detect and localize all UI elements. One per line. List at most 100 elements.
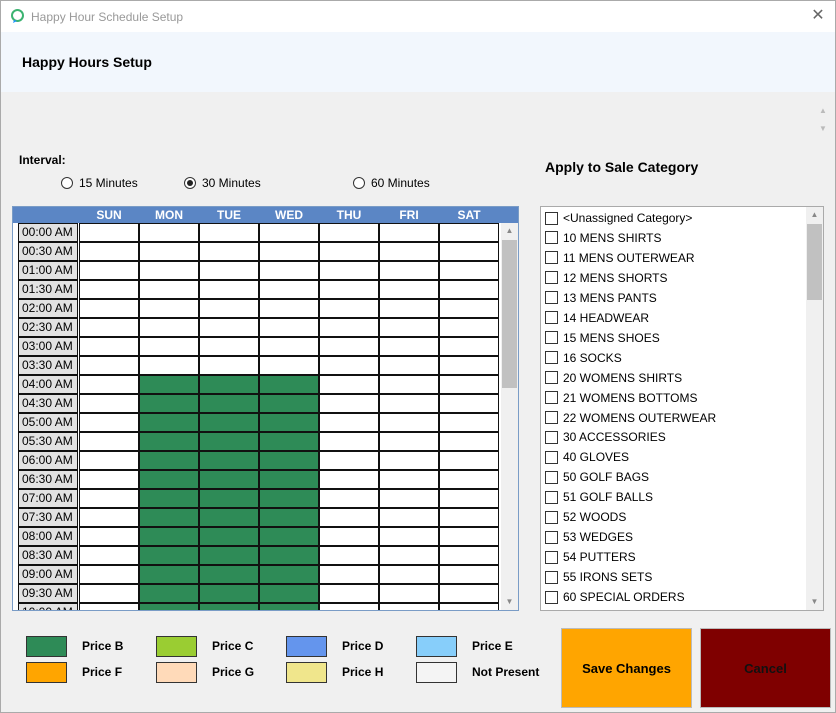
- category-item[interactable]: 30 ACCESSORIES: [545, 429, 666, 445]
- schedule-cell-thu[interactable]: [319, 527, 379, 546]
- schedule-cell-sun[interactable]: [79, 413, 139, 432]
- category-checkbox[interactable]: [545, 430, 558, 444]
- radio-dot[interactable]: [353, 177, 365, 189]
- category-item[interactable]: 12 MENS SHORTS: [545, 270, 667, 286]
- category-checkbox[interactable]: [545, 351, 558, 365]
- schedule-cell-fri[interactable]: [379, 299, 439, 318]
- category-item[interactable]: 50 GOLF BAGS: [545, 469, 649, 485]
- radio-dot[interactable]: [184, 177, 196, 189]
- schedule-cell-sat[interactable]: [439, 299, 499, 318]
- schedule-cell-mon[interactable]: [139, 375, 199, 394]
- category-item[interactable]: 10 MENS SHIRTS: [545, 230, 661, 246]
- schedule-cell-mon[interactable]: [139, 413, 199, 432]
- radio-dot[interactable]: [61, 177, 73, 189]
- schedule-cell-mon[interactable]: [139, 261, 199, 280]
- category-item[interactable]: 15 MENS SHOES: [545, 330, 660, 346]
- schedule-cell-mon[interactable]: [139, 470, 199, 489]
- category-item[interactable]: 51 GOLF BALLS: [545, 489, 653, 505]
- schedule-cell-mon[interactable]: [139, 394, 199, 413]
- schedule-cell-sat[interactable]: [439, 242, 499, 261]
- schedule-cell-tue[interactable]: [199, 394, 259, 413]
- schedule-cell-wed[interactable]: [259, 356, 319, 375]
- schedule-cell-wed[interactable]: [259, 489, 319, 508]
- schedule-cell-sun[interactable]: [79, 337, 139, 356]
- schedule-cell-mon[interactable]: [139, 318, 199, 337]
- schedule-cell-mon[interactable]: [139, 432, 199, 451]
- schedule-cell-thu[interactable]: [319, 242, 379, 261]
- schedule-cell-sat[interactable]: [439, 603, 499, 610]
- category-checkbox[interactable]: [545, 490, 558, 504]
- schedule-cell-tue[interactable]: [199, 242, 259, 261]
- category-item[interactable]: 53 WEDGES: [545, 529, 633, 545]
- category-checkbox[interactable]: [545, 211, 558, 225]
- schedule-cell-fri[interactable]: [379, 546, 439, 565]
- schedule-cell-sat[interactable]: [439, 413, 499, 432]
- schedule-cell-fri[interactable]: [379, 394, 439, 413]
- schedule-cell-fri[interactable]: [379, 470, 439, 489]
- schedule-cell-fri[interactable]: [379, 508, 439, 527]
- schedule-cell-fri[interactable]: [379, 223, 439, 242]
- schedule-cell-sun[interactable]: [79, 527, 139, 546]
- category-checkbox[interactable]: [545, 470, 558, 484]
- scroll-up-icon[interactable]: ▲: [501, 223, 518, 239]
- schedule-cell-thu[interactable]: [319, 413, 379, 432]
- radio-60-minutes[interactable]: 60 Minutes: [353, 176, 430, 190]
- schedule-cell-wed[interactable]: [259, 394, 319, 413]
- schedule-cell-tue[interactable]: [199, 299, 259, 318]
- schedule-cell-sun[interactable]: [79, 432, 139, 451]
- scroll-up-icon[interactable]: ▲: [816, 102, 830, 120]
- schedule-cell-wed[interactable]: [259, 318, 319, 337]
- schedule-cell-thu[interactable]: [319, 375, 379, 394]
- schedule-cell-fri[interactable]: [379, 584, 439, 603]
- category-checkbox[interactable]: [545, 510, 558, 524]
- schedule-cell-sat[interactable]: [439, 356, 499, 375]
- schedule-cell-tue[interactable]: [199, 413, 259, 432]
- schedule-cell-wed[interactable]: [259, 603, 319, 610]
- category-scrollbar[interactable]: ▲ ▼: [806, 207, 823, 610]
- schedule-cell-wed[interactable]: [259, 470, 319, 489]
- schedule-cell-fri[interactable]: [379, 375, 439, 394]
- schedule-cell-tue[interactable]: [199, 584, 259, 603]
- schedule-cell-fri[interactable]: [379, 489, 439, 508]
- schedule-cell-thu[interactable]: [319, 356, 379, 375]
- category-item[interactable]: 21 WOMENS BOTTOMS: [545, 390, 697, 406]
- schedule-cell-mon[interactable]: [139, 603, 199, 610]
- schedule-cell-wed[interactable]: [259, 337, 319, 356]
- category-item[interactable]: 22 WOMENS OUTERWEAR: [545, 410, 716, 426]
- schedule-cell-thu[interactable]: [319, 508, 379, 527]
- category-item[interactable]: 55 IRONS SETS: [545, 569, 652, 585]
- schedule-cell-wed[interactable]: [259, 451, 319, 470]
- category-item[interactable]: <Unassigned Category>: [545, 210, 692, 226]
- schedule-cell-mon[interactable]: [139, 584, 199, 603]
- schedule-cell-sat[interactable]: [439, 337, 499, 356]
- schedule-cell-wed[interactable]: [259, 375, 319, 394]
- schedule-cell-tue[interactable]: [199, 565, 259, 584]
- schedule-cell-mon[interactable]: [139, 527, 199, 546]
- schedule-cell-fri[interactable]: [379, 318, 439, 337]
- schedule-cell-sun[interactable]: [79, 242, 139, 261]
- schedule-cell-sat[interactable]: [439, 470, 499, 489]
- schedule-cell-tue[interactable]: [199, 261, 259, 280]
- schedule-cell-sun[interactable]: [79, 299, 139, 318]
- schedule-cell-fri[interactable]: [379, 242, 439, 261]
- category-checkbox[interactable]: [545, 311, 558, 325]
- schedule-cell-sat[interactable]: [439, 394, 499, 413]
- schedule-cell-sun[interactable]: [79, 318, 139, 337]
- schedule-cell-sat[interactable]: [439, 280, 499, 299]
- category-item[interactable]: 16 SOCKS: [545, 350, 622, 366]
- schedule-cell-sun[interactable]: [79, 280, 139, 299]
- schedule-cell-wed[interactable]: [259, 242, 319, 261]
- mini-scroll[interactable]: ▲ ▼: [816, 102, 830, 138]
- category-item[interactable]: 52 WOODS: [545, 509, 626, 525]
- schedule-cell-sat[interactable]: [439, 527, 499, 546]
- schedule-cell-thu[interactable]: [319, 489, 379, 508]
- schedule-cell-wed[interactable]: [259, 432, 319, 451]
- schedule-cell-mon[interactable]: [139, 299, 199, 318]
- schedule-cell-tue[interactable]: [199, 489, 259, 508]
- schedule-cell-fri[interactable]: [379, 261, 439, 280]
- schedule-cell-tue[interactable]: [199, 337, 259, 356]
- schedule-cell-thu[interactable]: [319, 261, 379, 280]
- schedule-cell-tue[interactable]: [199, 527, 259, 546]
- category-checkbox[interactable]: [545, 251, 558, 265]
- schedule-cell-mon[interactable]: [139, 280, 199, 299]
